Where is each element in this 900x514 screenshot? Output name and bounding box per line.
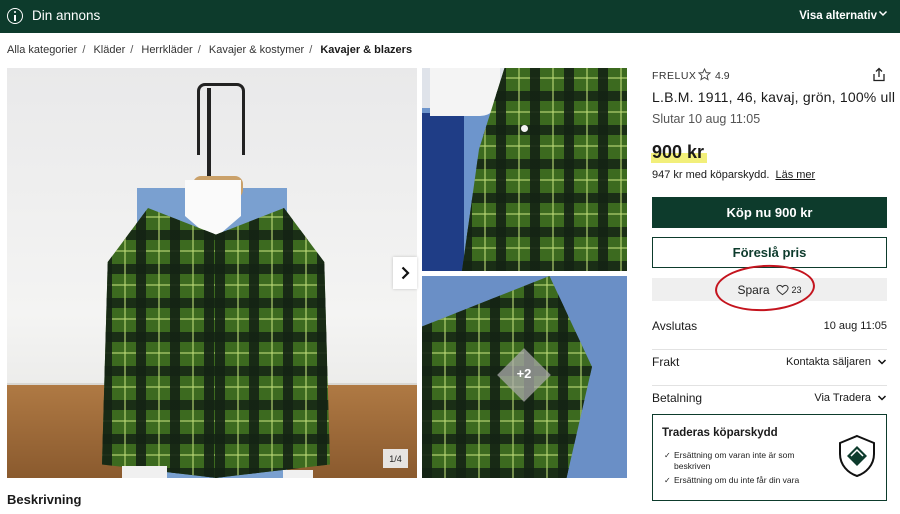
protection-item: ✓ Ersättning om du inte får din vara	[664, 475, 814, 486]
breadcrumb: Alla kategorier / Kläder / Herrkläder / Kav…	[7, 44, 413, 56]
breadcrumb-item[interactable]: Kläder	[93, 44, 125, 56]
more-images-label: +2	[516, 366, 532, 381]
save-button[interactable]: Spara 23	[652, 278, 887, 301]
check-icon: ✓	[664, 451, 671, 460]
image-counter: 1/4	[383, 449, 408, 468]
seller-rating: 4.9	[715, 70, 730, 82]
listing-price: 900 kr	[652, 142, 705, 162]
buyer-protection-heading: Traderas köparskydd	[662, 427, 778, 439]
next-image-button[interactable]	[393, 257, 417, 289]
save-label: Spara	[737, 282, 770, 297]
protection-item: ✓ Ersättning om varan inte är som beskri…	[664, 450, 814, 472]
description-heading: Beskrivning	[7, 492, 82, 507]
star-icon	[698, 68, 711, 81]
buy-now-button[interactable]: Köp nu 900 kr	[652, 197, 887, 228]
payment-label: Betalning	[652, 391, 703, 405]
save-count: 23	[791, 284, 802, 295]
ends-row: Avslutas 10 aug 11:05	[652, 314, 887, 350]
chevron-down-icon[interactable]	[878, 8, 888, 18]
protection-item-text: Ersättning om du inte får din vara	[674, 475, 800, 485]
protection-price-text: 947 kr med köparskydd.	[652, 169, 770, 181]
listing-end-time: Slutar 10 aug 11:05	[652, 112, 761, 126]
shipping-value: Kontakta säljaren	[786, 356, 871, 368]
shipping-row[interactable]: Frakt Kontakta säljaren	[652, 350, 887, 386]
read-more-link[interactable]: Läs mer	[775, 169, 815, 181]
shield-icon	[839, 434, 875, 478]
protection-item-text: Ersättning om varan inte är som beskrive…	[674, 450, 795, 471]
top-bar: Din annons Visa alternativ	[0, 0, 900, 33]
breadcrumb-item[interactable]: Herrkläder	[141, 44, 192, 56]
ends-label: Avslutas	[652, 319, 698, 333]
protection-price: 947 kr med köparskydd. Läs mer	[652, 169, 815, 181]
chevron-down-icon[interactable]	[877, 357, 887, 367]
info-icon	[7, 8, 23, 24]
main-image[interactable]	[7, 68, 417, 478]
shipping-label: Frakt	[652, 355, 680, 369]
check-icon: ✓	[664, 476, 671, 485]
top-bar-title: Din annons	[32, 8, 101, 23]
ends-value: 10 aug 11:05	[823, 320, 887, 332]
chevron-right-icon	[401, 266, 410, 280]
heart-icon	[775, 284, 789, 295]
listing-title: L.B.M. 1911, 46, kavaj, grön, 100% ull	[652, 89, 896, 105]
breadcrumb-item[interactable]: Alla kategorier	[7, 44, 77, 56]
thumbnail-image[interactable]	[422, 68, 627, 271]
seller-name[interactable]: FRELUX	[652, 70, 696, 82]
payment-value: Via Tradera	[814, 392, 871, 404]
breadcrumb-item[interactable]: Kavajer & kostymer	[209, 44, 304, 56]
share-icon[interactable]	[872, 67, 886, 82]
options-menu-button[interactable]: Visa alternativ	[799, 10, 877, 22]
propose-price-button[interactable]: Föreslå pris	[652, 237, 887, 268]
chevron-down-icon[interactable]	[877, 393, 887, 403]
breadcrumb-current[interactable]: Kavajer & blazers	[320, 44, 412, 56]
